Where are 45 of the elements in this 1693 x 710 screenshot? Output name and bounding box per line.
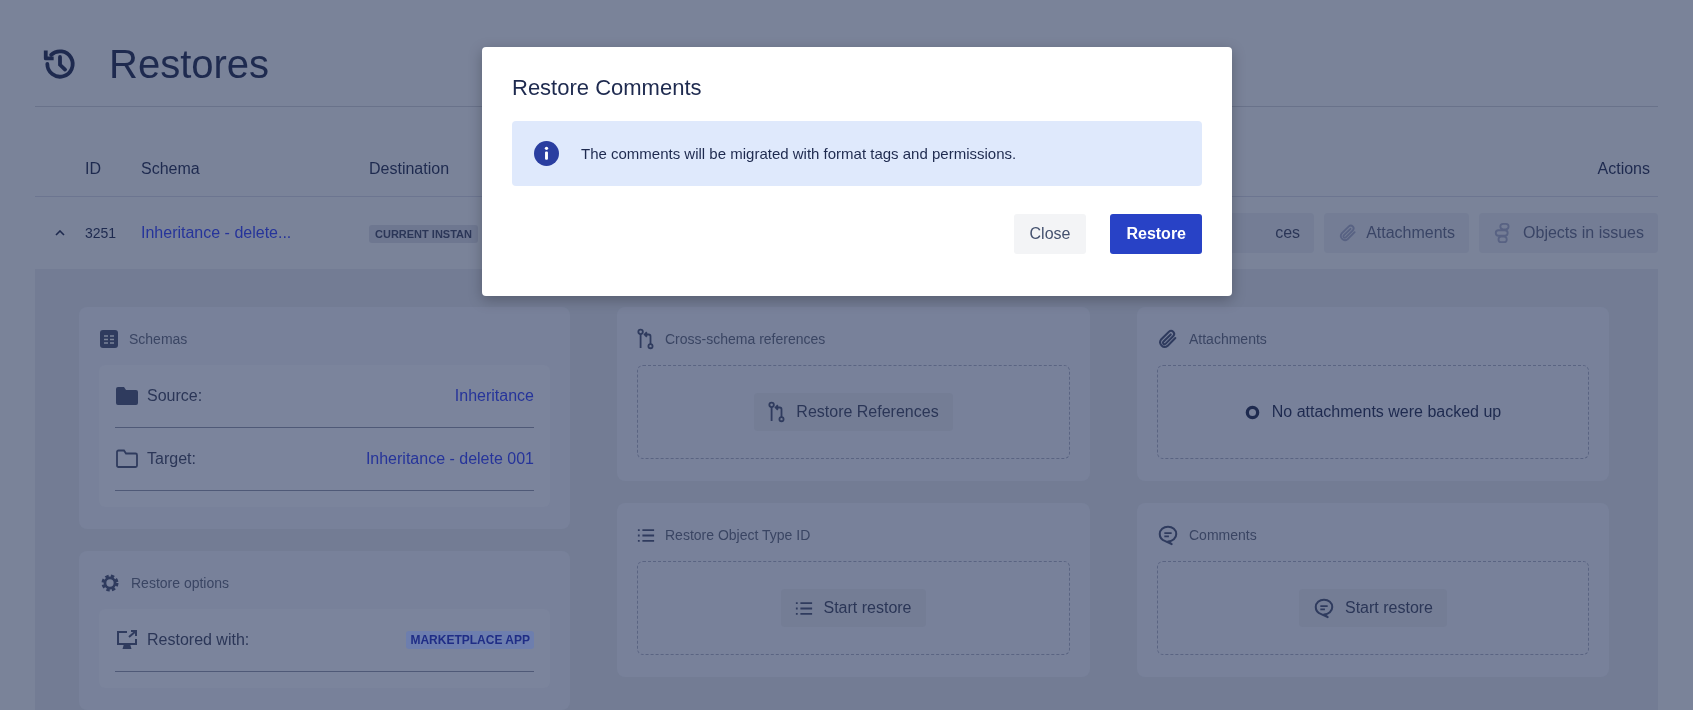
settings-icon bbox=[99, 572, 121, 594]
numbered-list-icon bbox=[637, 527, 655, 543]
field-label: Target: bbox=[147, 450, 196, 468]
action-button[interactable]: Attachments bbox=[1324, 213, 1470, 253]
section-title: Comments bbox=[1189, 527, 1257, 543]
destination-badge: CURRENT INSTAN bbox=[369, 225, 478, 243]
branch-icon bbox=[768, 401, 787, 423]
restore-button[interactable]: Start restore bbox=[781, 589, 926, 627]
section-title: Restore Object Type ID bbox=[665, 527, 811, 543]
section-title: Schemas bbox=[129, 331, 188, 347]
info-text: The comments will be migrated with format tags and permissions. bbox=[581, 145, 1017, 162]
folder-icon bbox=[115, 449, 139, 469]
schema-link[interactable]: Inheritance - delete... bbox=[141, 224, 292, 241]
modal-title: Restore Comments bbox=[512, 75, 703, 101]
monitor-icon bbox=[115, 628, 139, 652]
close-button[interactable]: Close bbox=[1013, 214, 1087, 254]
empty-message: No attachments were backed up bbox=[1271, 403, 1502, 421]
table-cell-text: 3251 bbox=[85, 225, 118, 241]
restore-button[interactable]: Restore bbox=[1110, 214, 1202, 254]
schema-link[interactable]: Inheritance bbox=[454, 387, 534, 405]
chat-icon bbox=[1157, 524, 1179, 546]
field-label: Source: bbox=[147, 387, 203, 405]
info-icon bbox=[534, 141, 559, 166]
paperclip-icon bbox=[1157, 328, 1179, 350]
section-title: Attachments bbox=[1189, 331, 1267, 347]
table-icon bbox=[99, 329, 119, 349]
restore-button[interactable]: Restore References bbox=[754, 393, 953, 431]
chat-icon bbox=[1313, 597, 1335, 619]
numbered-list-icon bbox=[795, 600, 814, 616]
field-label: Restored with: bbox=[147, 631, 250, 649]
branch-icon bbox=[637, 328, 655, 350]
schema-link[interactable]: Inheritance - delete 001 bbox=[365, 450, 534, 468]
page-title: Restores bbox=[109, 41, 270, 88]
ring-icon bbox=[1244, 404, 1260, 420]
folder-icon bbox=[115, 386, 139, 406]
action-button[interactable]: Objects in issues bbox=[1479, 213, 1658, 253]
chevron-icon[interactable] bbox=[55, 230, 65, 236]
column-header: ID bbox=[85, 160, 102, 178]
section-title: Restore options bbox=[131, 575, 230, 591]
section-title: Cross-schema references bbox=[665, 331, 826, 347]
app-badge: MARKETPLACE APP bbox=[406, 631, 534, 649]
restore-button[interactable]: Start restore bbox=[1299, 589, 1447, 627]
column-header: Destination bbox=[369, 160, 451, 178]
column-header: Schema bbox=[141, 160, 201, 178]
column-header: Actions bbox=[1597, 160, 1651, 178]
